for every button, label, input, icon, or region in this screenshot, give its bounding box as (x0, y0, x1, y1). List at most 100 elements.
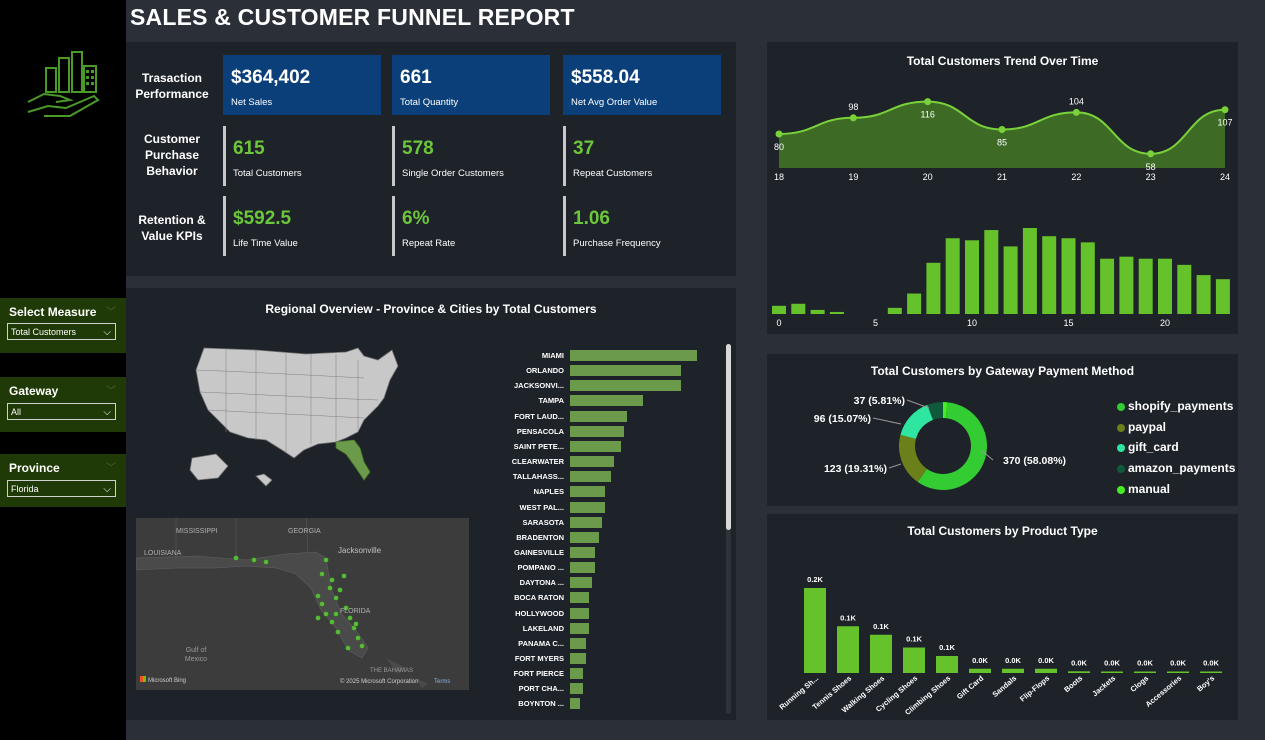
hour-bar (965, 240, 979, 314)
donut-slice (900, 404, 934, 440)
province-dropdown[interactable]: Florida ⌵ (7, 480, 116, 497)
city-label: HOLLYWOOD (515, 608, 564, 618)
city-bar[interactable] (570, 395, 644, 407)
regional-panel: Regional Overview - Province & Cities by… (126, 288, 736, 720)
city-label: DAYTONA ... (519, 578, 564, 588)
city-dots (233, 555, 365, 651)
product-bar (1101, 671, 1123, 673)
map-label: MISSISSIPPI (176, 528, 218, 535)
city-bar[interactable] (570, 380, 682, 392)
city-bar[interactable] (570, 577, 593, 589)
city-bar[interactable] (570, 425, 624, 437)
hour-bar (1119, 256, 1134, 314)
trend-data-label: 85 (997, 138, 1007, 148)
city-bar[interactable] (570, 471, 612, 483)
legend-label: shopify_payments (1128, 399, 1234, 413)
legend-dot-icon (1117, 485, 1125, 494)
city-label: PENSACOLA (516, 426, 564, 436)
legend-item[interactable]: gift_card (1117, 440, 1179, 454)
legend-item[interactable]: paypal (1117, 420, 1166, 434)
collapse-icon[interactable]: ﹀ (106, 303, 116, 318)
product-bar (837, 626, 859, 673)
legend-item[interactable]: manual (1117, 482, 1170, 496)
donut-data-label: 123 (19.31%) (824, 463, 887, 475)
measure-dropdown[interactable]: Total Customers ⌵ (7, 323, 116, 340)
scrollbar-track[interactable] (726, 344, 731, 714)
city-bar[interactable] (570, 531, 599, 543)
trend-data-label: 58 (1146, 162, 1156, 172)
gateway-donut-chart: 370 (58.08%) 123 (19.31%) 96 (15.07%) 37 (5… (814, 395, 1066, 490)
hour-bar (1215, 279, 1230, 314)
city-label: PANAMA C... (518, 638, 564, 648)
product-data-label: 0.0K (972, 656, 988, 665)
legend-item[interactable]: amazon_payments (1117, 461, 1235, 475)
city-label: MIAMI (541, 351, 564, 360)
product-bar (1200, 671, 1222, 673)
product-category-label: Sandals (990, 674, 1018, 699)
city-bar[interactable] (570, 637, 586, 649)
dropdown-value: Florida (11, 484, 39, 494)
kpi-label: Total Quantity (400, 97, 459, 108)
city-bar[interactable] (570, 562, 596, 574)
legend-item[interactable]: shopify_payments (1117, 399, 1233, 413)
trend-point (1147, 150, 1155, 158)
city-label: LAKELAND (522, 623, 564, 633)
city-label: BOYNTON ... (518, 699, 564, 709)
kpi-label: Repeat Rate (402, 238, 456, 249)
kpi-row-label: Retention & Value KPIs (138, 213, 206, 243)
legend-dot-icon (1117, 402, 1125, 411)
city-bar[interactable] (570, 410, 628, 422)
kpi-value: 661 (400, 67, 432, 88)
city-bar[interactable] (570, 683, 583, 695)
city-label: NAPLES (533, 487, 564, 497)
city-label: FORT PIERCE (513, 669, 564, 679)
city-label: PORT CHA... (518, 684, 564, 694)
florida-bing-map[interactable]: MISSISSIPPI GEORGIA LOUISIANA Jacksonvil… (136, 518, 469, 690)
city-bar[interactable] (570, 350, 697, 361)
trend-tick-label: 22 (1071, 172, 1081, 182)
legend-label: manual (1128, 481, 1171, 496)
city-bar[interactable] (570, 516, 602, 528)
legend-label: gift_card (1128, 440, 1179, 455)
kpi-card-total-customers: 615 Total Customers (223, 126, 384, 186)
city-bar[interactable] (570, 486, 605, 498)
product-category-label: Jackets (1090, 674, 1117, 699)
collapse-icon[interactable]: ﹀ (106, 382, 116, 397)
product-category-label: Boy's (1195, 674, 1216, 694)
hour-bar (1080, 242, 1095, 314)
legend-label: amazon_payments (1128, 461, 1236, 476)
map-terms-link[interactable]: Terms (434, 679, 450, 685)
trend-area (779, 101, 1225, 168)
trend-point (924, 98, 932, 106)
city-bar[interactable] (570, 501, 605, 513)
donut-data-label: 37 (5.81%) (854, 395, 905, 407)
city-label: SARASOTA (522, 517, 564, 527)
city-bar[interactable] (570, 607, 590, 619)
kpi-label: Net Avg Order Value (571, 97, 658, 108)
city-bar[interactable] (570, 668, 583, 680)
city-bar[interactable] (570, 653, 586, 664)
city-bar[interactable] (570, 592, 590, 604)
product-bar (1035, 668, 1057, 673)
city-bar[interactable] (570, 365, 682, 377)
product-bar-chart: 0.2KRunning Sh...0.1KTennis Shoes0.1KWal… (777, 575, 1222, 717)
trend-tick-label: 18 (774, 172, 784, 182)
city-bar[interactable] (570, 546, 596, 558)
donut-slice (899, 434, 928, 482)
scrollbar-thumb[interactable] (726, 344, 731, 530)
city-bar[interactable] (570, 698, 580, 710)
kpi-value: 615 (233, 138, 265, 159)
regional-title: Regional Overview - Province & Cities by… (265, 302, 597, 316)
city-bar[interactable] (570, 456, 615, 468)
us-map[interactable] (186, 340, 406, 492)
product-data-label: 0.1K (840, 613, 856, 622)
gateway-dropdown[interactable]: All ⌵ (7, 403, 116, 420)
trend-tick-label: 24 (1220, 172, 1230, 182)
trend-tick-label: 20 (923, 172, 933, 182)
city-label: FORT MYERS (514, 654, 564, 663)
collapse-icon[interactable]: ﹀ (106, 459, 116, 474)
product-data-label: 0.0K (1038, 656, 1054, 665)
city-bar[interactable] (570, 622, 590, 634)
product-data-label: 0.1K (906, 635, 922, 644)
city-bar[interactable] (570, 440, 621, 452)
